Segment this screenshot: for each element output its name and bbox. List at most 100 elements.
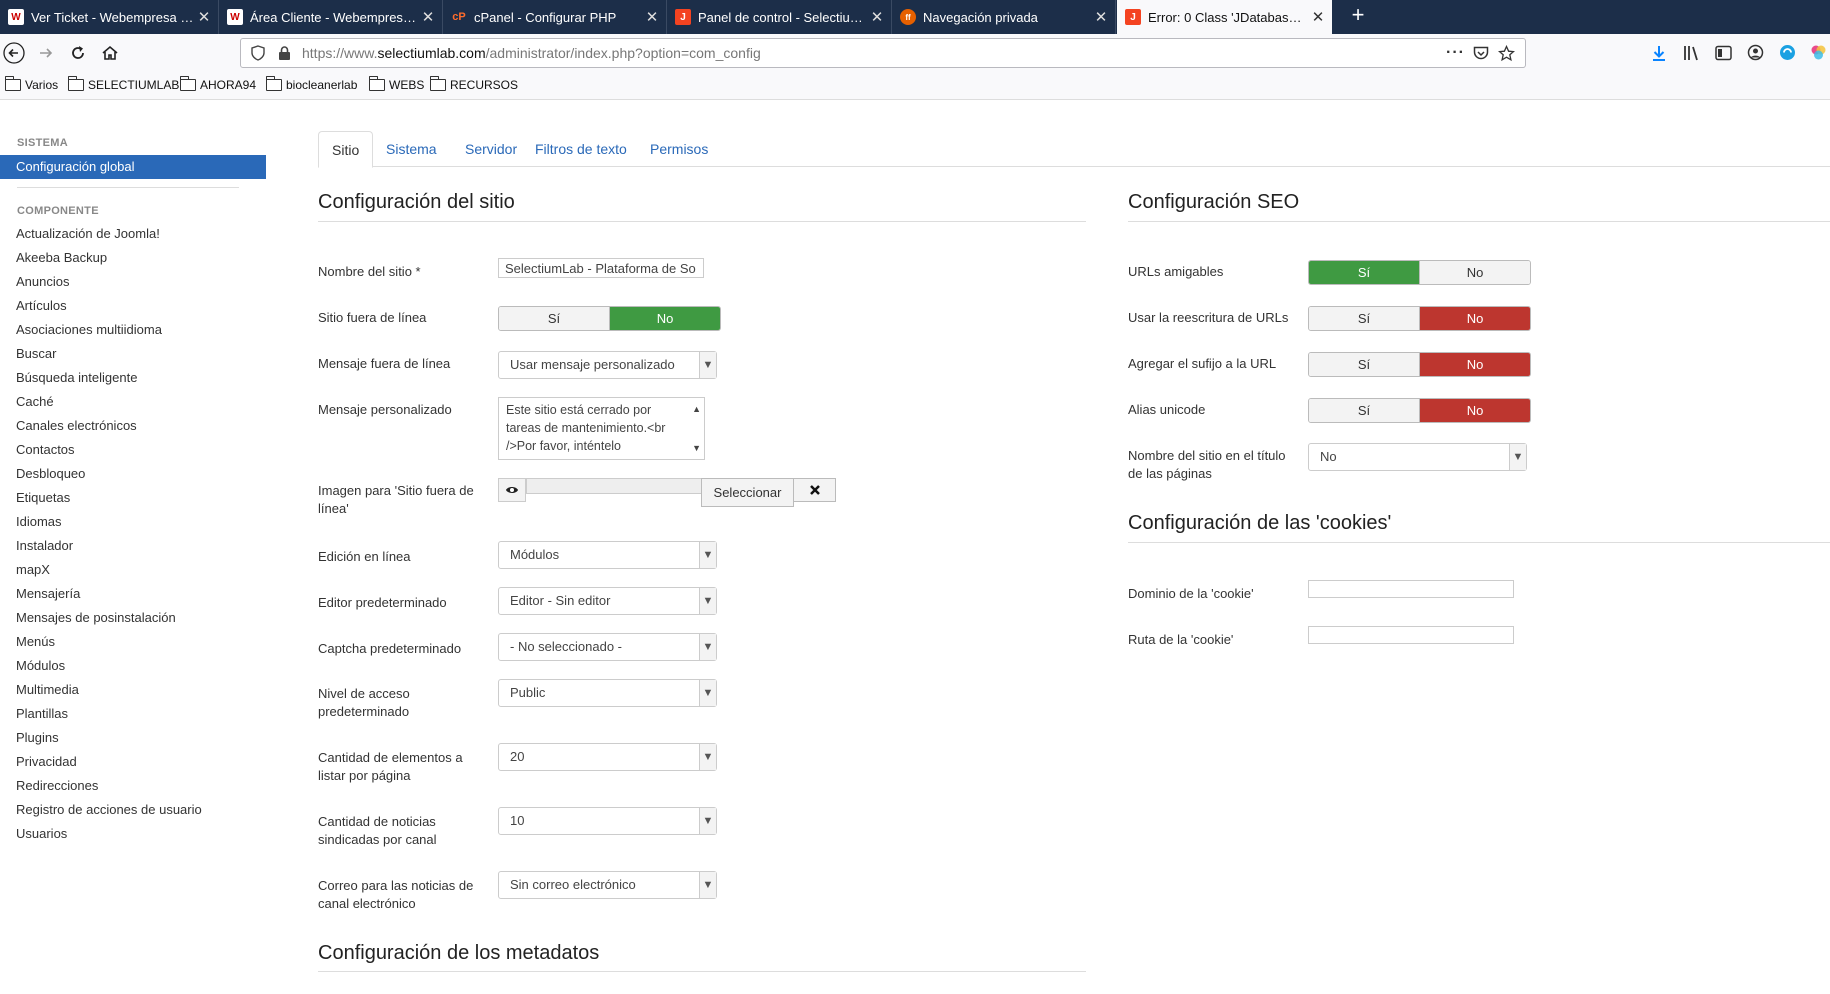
downloads-icon[interactable] [1651,45,1667,62]
sidebar-item[interactable]: Akeeba Backup [16,250,107,265]
reload-button[interactable] [64,39,92,67]
toggle-no-option[interactable]: No [1419,353,1530,376]
site-name-input[interactable]: SelectiumLab - Plataforma de So [498,258,704,278]
tab-text-filters[interactable]: Filtros de texto [522,131,640,167]
site-offline-toggle[interactable]: Sí No [498,306,721,331]
bookmark-folder[interactable]: AHORA94 [179,76,256,92]
bookmark-folder[interactable]: Varios [4,76,58,92]
scroll-down-icon[interactable]: ▼ [692,439,701,457]
browser-tab[interactable]: cP cPanel - Configurar PHP ✕ [443,0,667,34]
scroll-up-icon[interactable]: ▲ [692,400,701,418]
sidebar-item[interactable]: Contactos [16,442,75,457]
tab-permissions[interactable]: Permisos [637,131,721,167]
sidebar-item[interactable]: Idiomas [16,514,62,529]
url-suffix-toggle[interactable]: Sí No [1308,352,1531,377]
sidebar-item[interactable]: Desbloqueo [16,466,85,481]
preview-button[interactable] [498,478,526,502]
bookmark-folder[interactable]: RECURSOS [429,76,518,92]
toggle-yes-option[interactable]: Sí [499,307,609,330]
close-tab-icon[interactable]: ✕ [1091,8,1111,26]
sidebar-item[interactable]: Buscar [16,346,56,361]
new-tab-button[interactable]: + [1346,2,1370,28]
bookmark-folder[interactable]: biocleanerlab [265,76,357,92]
select-image-button[interactable]: Seleccionar [701,478,794,507]
close-tab-icon[interactable]: ✕ [1308,8,1328,26]
toggle-yes-option[interactable]: Sí [1309,261,1419,284]
offline-message-select[interactable]: Usar mensaje personalizado ▼ [498,351,717,379]
browser-tab[interactable]: ff Navegación privada ✕ [892,0,1116,34]
close-tab-icon[interactable]: ✕ [194,8,214,26]
sidebar-item[interactable]: Plantillas [16,706,68,721]
lock-icon[interactable] [278,45,291,61]
sidebar-item[interactable]: Menús [16,634,55,649]
default-captcha-select[interactable]: - No seleccionado - ▼ [498,633,717,661]
feed-limit-select[interactable]: 10 ▼ [498,807,717,835]
sidebar-item[interactable]: Registro de acciones de usuario [16,802,202,817]
bookmark-star-icon[interactable] [1498,44,1515,62]
close-tab-icon[interactable]: ✕ [642,8,662,26]
toggle-no-option[interactable]: No [1419,261,1530,284]
pocket-icon[interactable] [1473,46,1489,61]
bookmark-folder[interactable]: SELECTIUMLAB [67,76,179,92]
sidebar-item[interactable]: Multimedia [16,682,79,697]
page-actions-icon[interactable]: ··· [1446,44,1465,62]
extension-icon[interactable] [1779,44,1796,61]
sidebar-item[interactable]: Asociaciones multiidioma [16,322,162,337]
sidebar-item[interactable]: Usuarios [16,826,67,841]
tab-site[interactable]: Sitio [318,131,374,168]
sidebar-item[interactable]: Anuncios [16,274,69,289]
sidebar-item[interactable]: Módulos [16,658,65,673]
toggle-no-option[interactable]: No [609,307,720,330]
close-tab-icon[interactable]: ✕ [867,8,887,26]
sidebar-item[interactable]: Instalador [16,538,73,553]
sidebar-item[interactable]: Caché [16,394,54,409]
default-access-select[interactable]: Public ▼ [498,679,717,707]
custom-message-textarea[interactable]: Este sitio está cerrado por tareas de ma… [498,397,705,460]
browser-tab[interactable]: W Ver Ticket - Webempresa Europa ✕ [0,0,219,34]
sidebar-item[interactable]: Artículos [16,298,67,313]
sitename-in-title-select[interactable]: No ▼ [1308,443,1527,471]
toggle-yes-option[interactable]: Sí [1309,353,1419,376]
browser-tab[interactable]: J Panel de control - SelectiumLab ✕ [667,0,892,34]
close-tab-icon[interactable]: ✕ [418,8,438,26]
list-limit-select[interactable]: 20 ▼ [498,743,717,771]
toggle-no-option[interactable]: No [1419,307,1530,330]
browser-tab-active[interactable]: J Error: 0 Class 'JDatabaseDriverMysql' … [1117,0,1332,34]
back-button[interactable] [0,39,28,67]
url-text[interactable]: https://www.selectiumlab.com/administrat… [302,45,761,61]
address-bar[interactable]: https://www.selectiumlab.com/administrat… [240,38,1526,68]
color-extension-icon[interactable] [1810,44,1827,61]
bookmark-folder[interactable]: WEBS [368,76,424,92]
sidebar-item[interactable]: Etiquetas [16,490,70,505]
library-icon[interactable] [1683,45,1700,61]
cookie-domain-input[interactable] [1308,580,1514,598]
toggle-no-option[interactable]: No [1419,399,1530,422]
sidebar-item[interactable]: Plugins [16,730,59,745]
tab-system[interactable]: Sistema [373,131,450,167]
toggle-yes-option[interactable]: Sí [1309,399,1419,422]
offline-image-path-input[interactable] [526,478,702,494]
sidebar-item[interactable]: Actualización de Joomla! [16,226,160,241]
sidebar-item[interactable]: Mensajes de posinstalación [16,610,176,625]
sidebar-item[interactable]: Mensajería [16,586,80,601]
home-button[interactable] [96,39,124,67]
default-editor-select[interactable]: Editor - Sin editor ▼ [498,587,717,615]
url-rewrite-toggle[interactable]: Sí No [1308,306,1531,331]
sidebar-item-global-configuration[interactable]: Configuración global [0,155,266,179]
clear-image-button[interactable] [793,478,836,502]
cookie-path-input[interactable] [1308,626,1514,644]
sidebar-item[interactable]: Canales electrónicos [16,418,137,433]
sidebar-item[interactable]: Privacidad [16,754,77,769]
frontend-editing-select[interactable]: Módulos ▼ [498,541,717,569]
unicode-aliases-toggle[interactable]: Sí No [1308,398,1531,423]
sidebar-toggle-icon[interactable] [1715,45,1732,61]
feed-email-select[interactable]: Sin correo electrónico ▼ [498,871,717,899]
sidebar-item[interactable]: mapX [16,562,50,577]
account-icon[interactable] [1747,44,1764,61]
sidebar-item[interactable]: Búsqueda inteligente [16,370,137,385]
forward-button[interactable] [32,39,60,67]
sidebar-item[interactable]: Redirecciones [16,778,98,793]
sef-urls-toggle[interactable]: Sí No [1308,260,1531,285]
toggle-yes-option[interactable]: Sí [1309,307,1419,330]
browser-tab[interactable]: W Área Cliente - Webempresa Europa ✕ [219,0,443,34]
